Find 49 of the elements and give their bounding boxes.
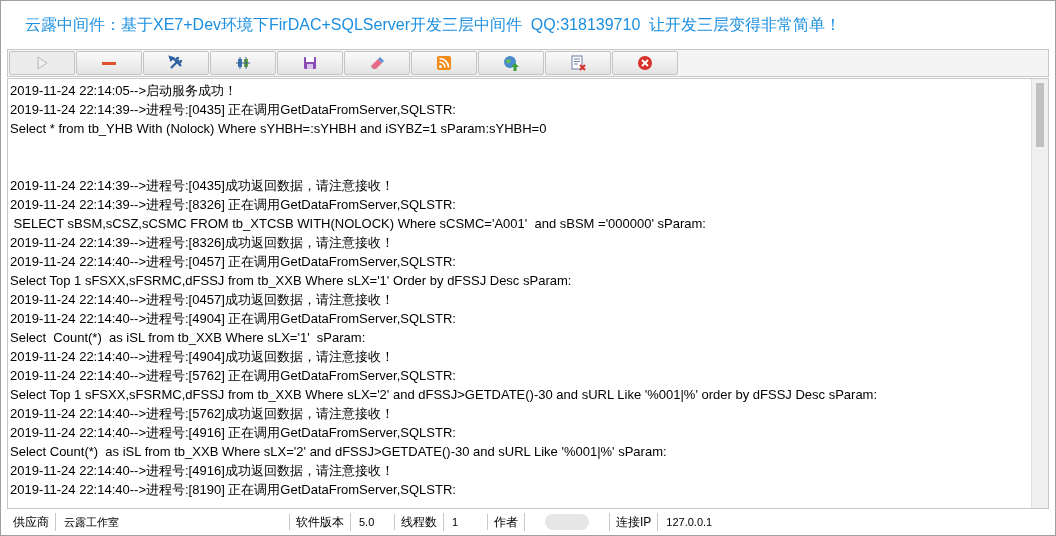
floppy-icon bbox=[302, 55, 318, 71]
status-value: 云露工作室 bbox=[56, 513, 290, 531]
log-line: 2019-11-24 22:14:40-->进程号:[4916]成功返回数据，请注意接收！ bbox=[10, 462, 395, 480]
toolbar-button[interactable] bbox=[344, 51, 410, 75]
status-label: 线程数 bbox=[395, 513, 444, 531]
connector-icon bbox=[235, 55, 251, 71]
close-icon bbox=[637, 55, 653, 71]
play-icon bbox=[34, 55, 50, 71]
log-line: Select Top 1 sFSXX,sFSRMC,dFSSJ from tb_XXB Where sLX='2' and dFSSJ>GETDATE()-30 and sURL Like '%001|%' order by dFSSJ Desc sParam: bbox=[10, 386, 879, 404]
log-line: 2019-11-24 22:14:40-->进程号:[8190] 正在调用GetDataFromServer,SQLSTR: bbox=[10, 481, 457, 499]
toolbar-button[interactable] bbox=[612, 51, 678, 75]
log-line: 2019-11-24 22:14:40-->进程号:[4904]成功返回数据，请注意接收！ bbox=[10, 348, 395, 366]
rss-icon bbox=[436, 55, 452, 71]
log-line: 2019-11-24 22:14:39-->进程号:[8326] 正在调用GetDataFromServer,SQLSTR: bbox=[10, 196, 457, 214]
log-line: 2019-11-24 22:14:40-->进程号:[0457] 正在调用GetDataFromServer,SQLSTR: bbox=[10, 253, 457, 271]
log-line: Select Count(*) as iSL from tb_XXB Where sLX='2' and dFSSJ>GETDATE()-30 and sURL Like '%001|%' sParam: bbox=[10, 443, 668, 461]
tools-icon bbox=[168, 55, 184, 71]
status-value: 1 bbox=[444, 513, 488, 531]
log-line: Select * from tb_YHB With (Nolock) Where sYHBH=:sYHBH and iSYBZ=1 sParam:sYHBH=0 bbox=[10, 120, 548, 138]
status-value: 5.0 bbox=[351, 513, 395, 531]
toolbar-button[interactable] bbox=[76, 51, 142, 75]
redacted-value bbox=[545, 514, 589, 530]
log-line: 2019-11-24 22:14:39-->进程号:[8326]成功返回数据，请注意接收！ bbox=[10, 234, 395, 252]
toolbar-button[interactable] bbox=[143, 51, 209, 75]
log-line: 2019-11-24 22:14:40-->进程号:[4904] 正在调用GetDataFromServer,SQLSTR: bbox=[10, 310, 457, 328]
eraser-icon bbox=[369, 55, 385, 71]
status-label: 供应商 bbox=[7, 513, 56, 531]
document-delete-icon bbox=[570, 55, 586, 71]
log-line: 2019-11-24 22:14:39-->进程号:[0435]成功返回数据，请注意接收！ bbox=[10, 177, 395, 195]
log-line: 2019-11-24 22:14:39-->进程号:[0435] 正在调用GetDataFromServer,SQLSTR: bbox=[10, 101, 457, 119]
status-value: 127.0.0.1 bbox=[665, 514, 714, 530]
toolbar-button[interactable] bbox=[478, 51, 544, 75]
log-line: 2019-11-24 22:14:05-->启动服务成功！ bbox=[10, 82, 238, 100]
toolbar-button[interactable] bbox=[210, 51, 276, 75]
log-line: 2019-11-24 22:14:40-->进程号:[4916] 正在调用GetDataFromServer,SQLSTR: bbox=[10, 424, 457, 442]
log-line: 2019-11-24 22:14:40-->进程号:[5762] 正在调用GetDataFromServer,SQLSTR: bbox=[10, 367, 457, 385]
scrollbar[interactable] bbox=[1031, 79, 1048, 508]
status-label: 作者 bbox=[488, 513, 525, 531]
toolbar-button[interactable] bbox=[277, 51, 343, 75]
status-label: 连接IP bbox=[610, 513, 659, 531]
status-label: 软件版本 bbox=[290, 513, 351, 531]
minus-icon bbox=[102, 61, 116, 65]
app-title: 云露中间件：基于XE7+Dev环境下FirDAC+SQLServer开发三层中间件 QQ:318139710 让开发三层变得非常简单！ bbox=[25, 15, 842, 35]
log-line: Select Top 1 sFSXX,sFSRMC,dFSSJ from tb_XXB Where sLX='1' Order by dFSSJ Desc sParam: bbox=[10, 272, 573, 290]
log-line: Select Count(*) as iSL from tb_XXB Where sLX='1' sParam: bbox=[10, 329, 367, 347]
scrollbar-thumb[interactable] bbox=[1036, 83, 1044, 147]
log-line: 2019-11-24 22:14:40-->进程号:[5762]成功返回数据，请注意接收！ bbox=[10, 405, 395, 423]
log-line: SELECT sBSM,sCSZ,sCSMC FROM tb_XTCSB WITH(NOLOCK) Where sCSMC='A001' and sBSM ='000000' sParam: bbox=[12, 215, 707, 233]
log-line: 2019-11-24 22:14:40-->进程号:[0457]成功返回数据，请注意接收！ bbox=[10, 291, 395, 309]
